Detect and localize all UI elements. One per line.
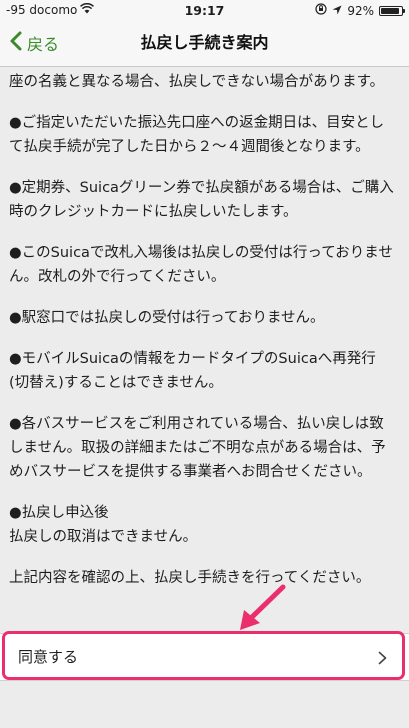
- notice-paragraph: 座の名義と異なる場合、払戻しできない場合があります。: [9, 74, 385, 90]
- notice-paragraph: ●各バスサービスをご利用されている場合、払い戻しは致しません。取扱の詳細またはご…: [9, 416, 386, 480]
- notice-paragraph: ●払戻し申込後 払戻しの取消はできません。: [9, 505, 198, 545]
- agree-label: 同意する: [18, 648, 79, 666]
- content-scroll-area[interactable]: 座の名義と異なる場合、払戻しできない場合があります。 ●ご指定いただいた振込先口…: [0, 67, 409, 630]
- notice-paragraph: ●駅窓口では払戻しの受付は行っておりません。: [9, 310, 325, 326]
- page-title: 払戻し手続き案内: [140, 33, 269, 52]
- status-right: 92%: [315, 3, 405, 18]
- notice-paragraph: ●このSuicaで改札入場後は払戻しの受付は行っておりません。改札の外で行ってく…: [9, 245, 393, 285]
- notice-paragraph: 上記内容を確認の上、払戻し手続きを行ってください。: [9, 570, 371, 586]
- battery-percent: 92%: [347, 3, 374, 18]
- chevron-right-icon: [378, 650, 387, 669]
- content-body: 座の名義と異なる場合、払戻しできない場合があります。 ●ご指定いただいた振込先口…: [9, 70, 395, 607]
- lock-rotation-icon: [315, 3, 327, 18]
- notice-paragraph: ●モバイルSuicaの情報をカードタイプのSuicaへ再発行(切替え)することは…: [9, 351, 376, 391]
- battery-icon: [379, 5, 405, 16]
- agree-button[interactable]: 同意する: [0, 633, 409, 681]
- location-icon: [332, 4, 342, 18]
- status-bar: -95 docomo 19:17 92%: [0, 0, 409, 20]
- nav-bar: 戻る 払戻し手続き案内: [0, 20, 409, 67]
- notice-paragraph: ●定期券、Suicaグリーン券で払戻額がある場合は、ご購入時のクレジットカードに…: [9, 180, 394, 220]
- notice-paragraph: ●ご指定いただいた振込先口座への返金期日は、目安として払戻手続が完了した日から２…: [9, 115, 385, 155]
